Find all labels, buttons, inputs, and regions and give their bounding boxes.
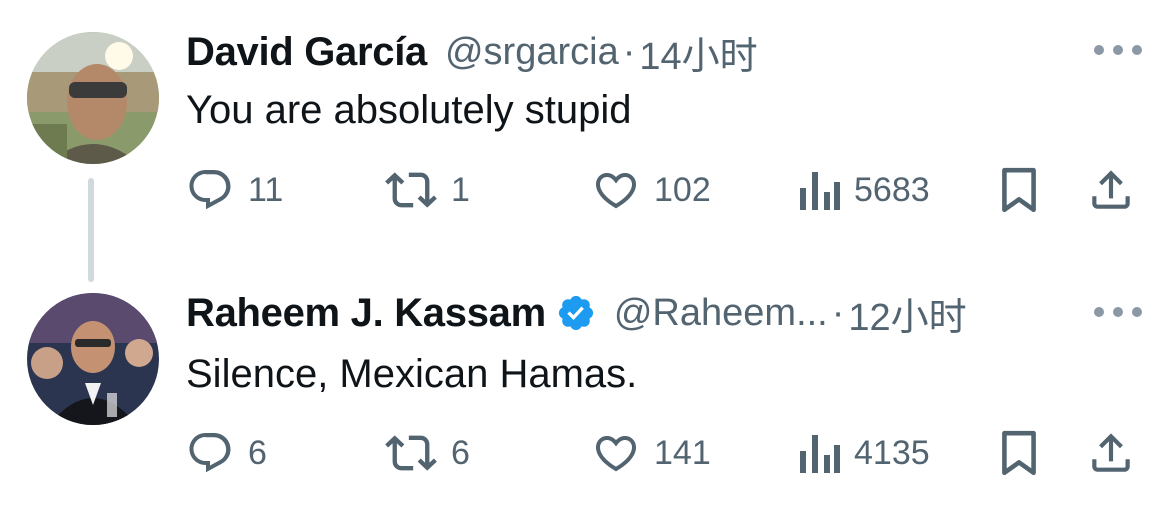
retweet-arrows-icon [385, 435, 437, 471]
view-count: 4135 [854, 433, 930, 472]
like-button[interactable]: 141 [592, 425, 711, 481]
user-handle[interactable]: @srgarcia [445, 31, 619, 74]
tweet-text: You are absolutely stupid [186, 88, 632, 132]
speech-bubble-icon [189, 433, 231, 473]
bar-chart-icon [800, 172, 840, 210]
display-name[interactable]: David García [186, 30, 427, 75]
like-button[interactable]: 102 [592, 162, 711, 218]
tweet[interactable]: David García @srgarcia · 14小时 You are ab… [0, 0, 1170, 282]
display-name[interactable]: Raheem J. Kassam [186, 291, 546, 336]
separator-dot: · [831, 291, 845, 334]
retweet-button[interactable]: 1 [385, 162, 470, 218]
more-dot [1113, 45, 1123, 55]
more-dot [1132, 45, 1142, 55]
bookmark-icon [1002, 430, 1036, 476]
like-count: 102 [654, 170, 711, 209]
tweet-actions: 11 1 102 5683 [0, 162, 1170, 218]
retweet-count: 1 [451, 170, 470, 209]
separator-dot: · [622, 30, 636, 73]
avatar[interactable] [27, 293, 159, 425]
share-upload-icon [1092, 170, 1130, 209]
tweet-text: Silence, Mexican Hamas. [186, 352, 638, 396]
tweet-actions: 6 6 141 4135 [0, 425, 1170, 481]
tweet[interactable]: Raheem J. Kassam @Raheem... · 12小时 Silen… [0, 260, 1170, 509]
bookmark-button[interactable] [998, 425, 1040, 481]
retweet-count: 6 [451, 433, 470, 472]
more-options-button[interactable] [1094, 298, 1142, 326]
share-upload-icon [1092, 433, 1130, 472]
retweet-arrows-icon [385, 172, 437, 208]
timestamp[interactable]: 14小时 [639, 25, 757, 80]
reply-count: 11 [248, 170, 284, 209]
reply-button[interactable]: 11 [186, 162, 283, 218]
speech-bubble-icon [189, 170, 231, 210]
share-button[interactable] [1086, 425, 1136, 481]
tweet-header: Raheem J. Kassam @Raheem... · 12小时 [186, 287, 967, 339]
reply-button[interactable]: 6 [186, 425, 267, 481]
more-dot [1132, 307, 1142, 317]
avatar-photo [27, 32, 159, 164]
retweet-button[interactable]: 6 [385, 425, 470, 481]
view-count: 5683 [854, 170, 930, 209]
like-count: 141 [654, 433, 711, 472]
heart-icon [595, 173, 637, 209]
more-dot [1113, 307, 1123, 317]
user-handle[interactable]: @Raheem... [614, 292, 828, 335]
share-button[interactable] [1086, 162, 1136, 218]
timestamp[interactable]: 12小时 [848, 286, 966, 341]
bookmark-icon [1002, 167, 1036, 213]
more-options-button[interactable] [1094, 36, 1142, 64]
heart-icon [595, 436, 637, 472]
more-dot [1094, 45, 1104, 55]
tweet-header: David García @srgarcia · 14小时 [186, 26, 758, 78]
more-dot [1094, 307, 1104, 317]
avatar-photo [27, 293, 159, 425]
bookmark-button[interactable] [998, 162, 1040, 218]
reply-count: 6 [248, 433, 267, 472]
avatar[interactable] [27, 32, 159, 164]
verified-badge-icon[interactable] [556, 293, 596, 333]
bar-chart-icon [800, 435, 840, 473]
views-button[interactable]: 5683 [796, 162, 930, 218]
views-button[interactable]: 4135 [796, 425, 930, 481]
